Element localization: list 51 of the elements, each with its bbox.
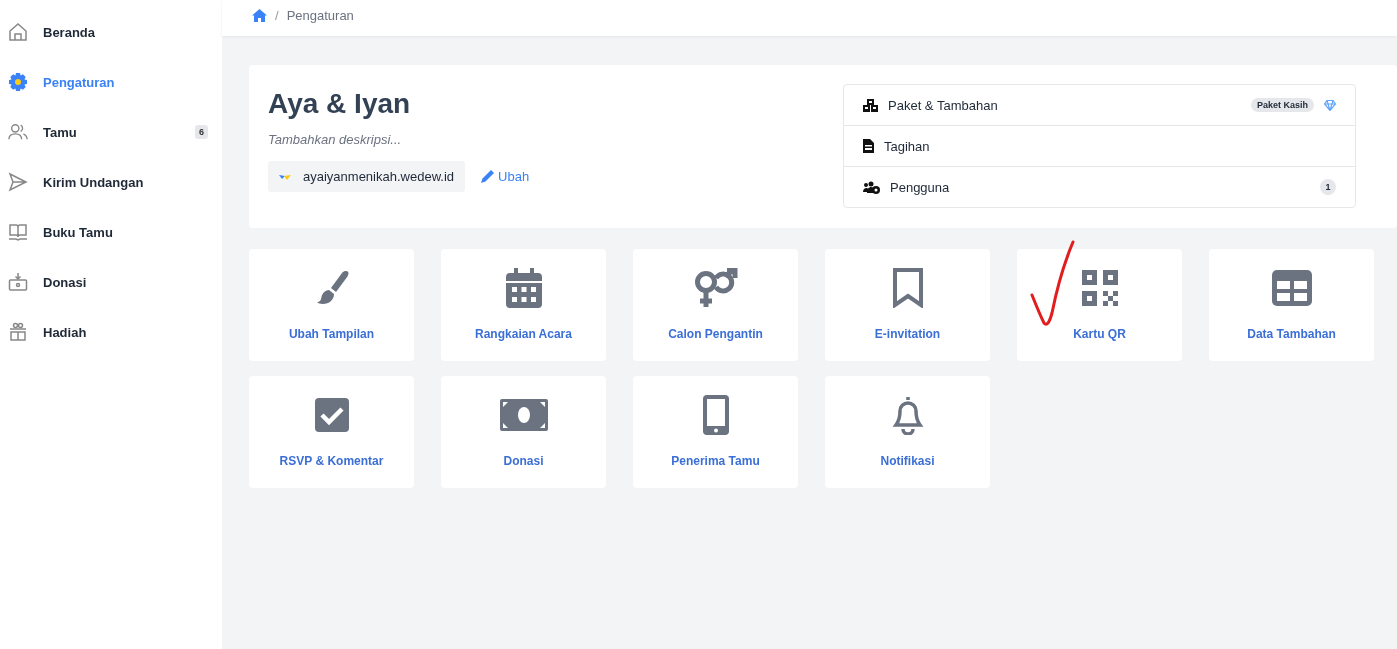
menu-item[interactable]: Tagihan (844, 125, 1355, 166)
gift-icon (8, 322, 28, 342)
users-gear-icon (863, 180, 880, 194)
sidebar-item[interactable]: Pengaturan (0, 57, 222, 107)
smartphone-icon (702, 395, 729, 435)
breadcrumb-separator: / (275, 7, 279, 23)
sidebar-item[interactable]: Donasi (0, 257, 222, 307)
donation-box-icon (8, 272, 28, 292)
feature-tile[interactable]: Donasi (441, 376, 606, 488)
edit-link[interactable]: Ubah (481, 169, 530, 184)
feature-tile[interactable]: Kartu QR (1017, 249, 1182, 361)
send-icon (8, 172, 28, 192)
cubes-icon (863, 98, 878, 112)
gear-icon (8, 72, 28, 92)
sidebar-item[interactable]: Hadiah (0, 307, 222, 357)
domain-chip: ayaiyanmenikah.wedew.id (268, 161, 466, 192)
feature-tile[interactable]: Penerima Tamu (633, 376, 798, 488)
feature-tile[interactable]: Calon Pengantin (633, 249, 798, 361)
home-icon (8, 22, 28, 42)
menu-item[interactable]: Paket & Tambahan Paket Kasih (844, 85, 1355, 125)
diamond-icon (1324, 99, 1336, 111)
pencil-icon (481, 170, 495, 183)
checkbox-icon (314, 398, 349, 432)
description-placeholder[interactable]: Tambahkan deskripsi... (268, 132, 402, 147)
event-title: Aya & Iyan (268, 88, 412, 120)
users-icon (8, 122, 28, 142)
plan-badge: Paket Kasih (1250, 98, 1314, 112)
sidebar-item[interactable]: Tamu 6 (0, 107, 222, 157)
qr-code-icon (1081, 270, 1118, 306)
breadcrumb-current: Pengaturan (286, 7, 354, 23)
feature-tile[interactable]: RSVP & Komentar (249, 376, 414, 488)
sidebar-item[interactable]: Kirim Undangan (0, 157, 222, 207)
calendar-icon (505, 268, 542, 308)
home-icon[interactable] (252, 8, 267, 22)
document-icon (863, 139, 874, 153)
feature-tile[interactable]: Rangkaian Acara (441, 249, 606, 361)
count-badge: 6 (195, 125, 208, 139)
feature-tile[interactable]: Notifikasi (825, 376, 990, 488)
table-icon (1271, 270, 1312, 306)
feature-tile[interactable]: Ubah Tampilan (249, 249, 414, 361)
menu-item[interactable]: Pengguna 1 (844, 166, 1355, 207)
book-icon (8, 222, 28, 242)
feature-tile[interactable]: Data Tambahan (1209, 249, 1374, 361)
bookmark-icon (892, 268, 923, 308)
sidebar-item[interactable]: Buku Tamu (0, 207, 222, 257)
sidebar-item[interactable]: Beranda (0, 7, 222, 57)
gender-symbols-icon (693, 268, 738, 308)
logo-icon (279, 172, 291, 181)
banknote-icon (499, 399, 548, 431)
count-badge: 1 (1320, 179, 1336, 195)
feature-tile[interactable]: E-invitation (825, 249, 990, 361)
